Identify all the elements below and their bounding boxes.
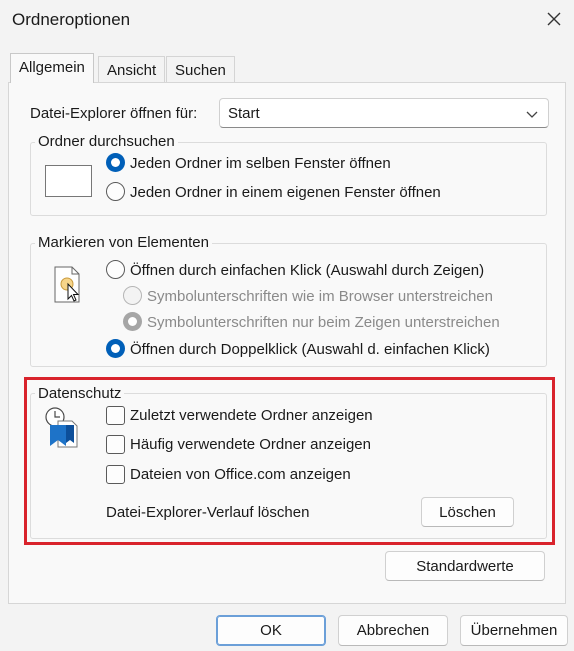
browse-folders-group: [30, 142, 547, 216]
double-click-label[interactable]: Öffnen durch Doppelklick (Auswahl d. ein…: [130, 341, 490, 358]
underline-browser-radio[interactable]: [123, 286, 142, 305]
highlight-box: [24, 377, 555, 545]
chevron-down-icon: [526, 111, 538, 118]
same-window-label[interactable]: Jeden Ordner im selben Fenster öffnen: [130, 155, 391, 172]
own-window-label[interactable]: Jeden Ordner in einem eigenen Fenster öf…: [130, 184, 441, 201]
tab-suchen[interactable]: Suchen: [166, 56, 235, 82]
tab-ansicht[interactable]: Ansicht: [98, 56, 166, 82]
close-button[interactable]: [541, 6, 567, 32]
open-for-value: Start: [228, 105, 260, 122]
underline-hover-radio[interactable]: [123, 312, 142, 331]
tab-allgemein[interactable]: Allgemein: [10, 53, 94, 83]
underline-browser-label[interactable]: Symbolunterschriften wie im Browser unte…: [147, 288, 493, 305]
window-title: Ordneroptionen: [12, 10, 131, 29]
open-for-dropdown[interactable]: Start: [219, 98, 549, 128]
close-icon: [547, 12, 561, 26]
cancel-button[interactable]: Abbrechen: [338, 615, 448, 646]
own-window-radio[interactable]: [106, 182, 125, 201]
ok-button[interactable]: OK: [216, 615, 326, 646]
single-click-label[interactable]: Öffnen durch einfachen Klick (Auswahl du…: [130, 262, 484, 279]
restore-defaults-button[interactable]: Standardwerte: [385, 551, 545, 581]
apply-button[interactable]: Übernehmen: [460, 615, 568, 646]
open-for-label: Datei-Explorer öffnen für:: [30, 105, 198, 122]
single-click-radio[interactable]: [106, 260, 125, 279]
window-preview-icon: [45, 165, 92, 197]
click-items-legend: Markieren von Elementen: [35, 234, 212, 251]
browse-folders-legend: Ordner durchsuchen: [35, 133, 178, 150]
double-click-radio[interactable]: [106, 339, 125, 358]
underline-hover-label[interactable]: Symbolunterschriften nur beim Zeigen unt…: [147, 314, 500, 331]
same-window-radio[interactable]: [106, 153, 125, 172]
click-cursor-icon: [52, 265, 86, 311]
